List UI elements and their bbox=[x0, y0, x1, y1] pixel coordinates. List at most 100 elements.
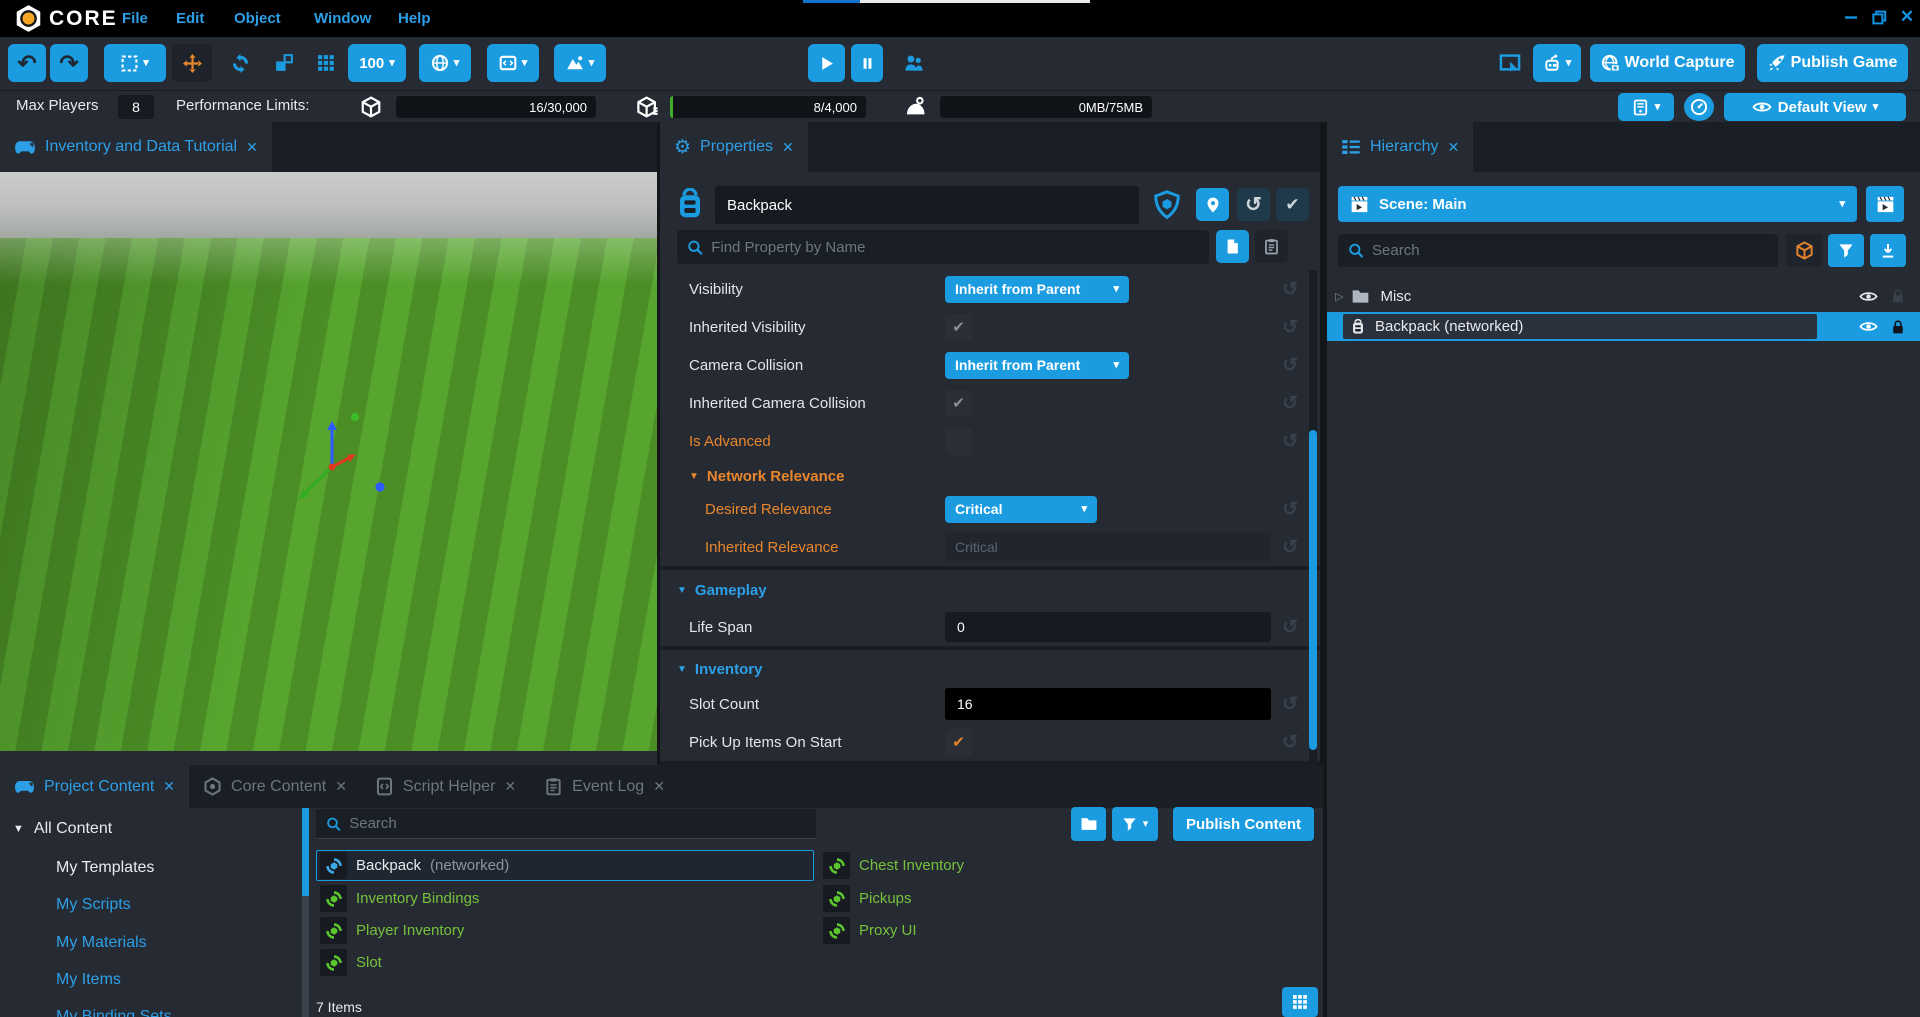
close-icon[interactable]: ✕ bbox=[1447, 139, 1459, 156]
multiplayer-preview-button[interactable] bbox=[898, 44, 928, 82]
tree-item-my-scripts[interactable]: My Scripts bbox=[56, 896, 131, 914]
section-inventory[interactable]: ▼ Inventory bbox=[660, 653, 1320, 685]
revert-icon[interactable]: ↺ bbox=[1282, 616, 1298, 639]
networked-filter-button[interactable] bbox=[1786, 234, 1822, 267]
tree-scrollbar-track[interactable] bbox=[302, 896, 309, 1017]
revert-icon[interactable]: ↺ bbox=[1282, 536, 1298, 559]
content-item-player-inventory[interactable]: Player Inventory bbox=[317, 915, 464, 946]
expand-all-button[interactable] bbox=[1870, 234, 1906, 267]
performance-gauge-button[interactable] bbox=[1684, 93, 1714, 121]
close-icon[interactable]: ✕ bbox=[653, 778, 665, 795]
content-item-proxy-ui[interactable]: Proxy UI bbox=[823, 915, 917, 946]
revert-icon[interactable]: ↺ bbox=[1282, 693, 1298, 716]
menu-help[interactable]: Help bbox=[398, 0, 431, 37]
scale-tool-button[interactable] bbox=[264, 44, 304, 82]
tab-hierarchy[interactable]: Hierarchy ✕ bbox=[1327, 122, 1473, 172]
menu-file[interactable]: File bbox=[122, 0, 148, 37]
hierarchy-row-misc[interactable]: ▷ Misc bbox=[1327, 282, 1920, 310]
transform-gizmo[interactable] bbox=[277, 409, 387, 504]
content-item-backpack[interactable]: Backpack (networked) bbox=[316, 850, 814, 881]
screen-share-button[interactable] bbox=[1494, 44, 1526, 82]
life-span-input[interactable] bbox=[945, 612, 1271, 642]
copy-properties-button[interactable] bbox=[1216, 230, 1249, 263]
tab-project-content[interactable]: Project Content ✕ bbox=[0, 765, 189, 808]
tree-item-my-binding-sets[interactable]: My Binding Sets bbox=[56, 1008, 172, 1017]
revert-icon[interactable]: ↺ bbox=[1282, 354, 1298, 377]
pause-button[interactable] bbox=[851, 44, 883, 82]
tab-script-helper[interactable]: Script Helper ✕ bbox=[361, 765, 530, 808]
hierarchy-row-backpack-selected[interactable]: Backpack (networked) bbox=[1327, 312, 1920, 341]
content-search-input[interactable] bbox=[349, 815, 806, 832]
pick-up-items-checkbox[interactable]: ✔ bbox=[945, 729, 972, 756]
bot-tools-dropdown[interactable]: ▾ bbox=[1533, 44, 1581, 82]
content-item-inventory-bindings[interactable]: Inventory Bindings bbox=[317, 883, 479, 914]
section-gameplay[interactable]: ▼ Gameplay bbox=[660, 574, 1320, 606]
revert-icon[interactable]: ↺ bbox=[1282, 731, 1298, 754]
camera-collision-dropdown[interactable]: Inherit from Parent▾ bbox=[945, 352, 1129, 379]
tree-item-all-content[interactable]: ▼ All Content bbox=[13, 820, 112, 838]
content-filter-dropdown[interactable]: ▾ bbox=[1112, 807, 1158, 841]
hierarchy-search-input[interactable] bbox=[1372, 242, 1768, 259]
default-view-dropdown[interactable]: Default View▾ bbox=[1724, 93, 1906, 121]
close-icon[interactable]: ✕ bbox=[504, 778, 516, 795]
terrain-tool-dropdown[interactable]: ▾ bbox=[554, 44, 606, 82]
tree-scrollbar-thumb[interactable] bbox=[302, 808, 309, 896]
tree-item-my-templates[interactable]: My Templates bbox=[56, 859, 154, 877]
rotate-tool-button[interactable] bbox=[220, 44, 260, 82]
properties-scrollbar-thumb[interactable] bbox=[1309, 430, 1317, 750]
world-capture-button[interactable]: World Capture bbox=[1590, 44, 1745, 82]
tab-properties[interactable]: ⚙ Properties ✕ bbox=[660, 122, 808, 172]
snap-size-dropdown[interactable]: 100▾ bbox=[348, 44, 406, 82]
publish-content-button[interactable]: Publish Content bbox=[1173, 807, 1314, 841]
object-name-input[interactable] bbox=[715, 186, 1139, 224]
grid-snap-button[interactable] bbox=[306, 44, 346, 82]
redo-button[interactable]: ↷ bbox=[50, 44, 88, 82]
slot-count-input[interactable] bbox=[945, 688, 1271, 720]
expand-arrow-icon[interactable]: ▷ bbox=[1335, 290, 1343, 303]
revert-icon[interactable]: ↺ bbox=[1282, 316, 1298, 339]
minimize-button[interactable] bbox=[1840, 6, 1862, 28]
inherited-camera-collision-checkbox[interactable]: ✔ bbox=[945, 390, 972, 417]
properties-scrollbar-track[interactable] bbox=[1309, 270, 1317, 765]
menu-edit[interactable]: Edit bbox=[176, 0, 204, 37]
tree-item-my-items[interactable]: My Items bbox=[56, 971, 121, 989]
find-property-input[interactable] bbox=[711, 239, 1199, 256]
tab-core-content[interactable]: Core Content ✕ bbox=[189, 765, 361, 808]
menu-window[interactable]: Window bbox=[314, 0, 371, 37]
selection-mode-button[interactable]: ▾ bbox=[104, 44, 166, 82]
grid-view-button[interactable] bbox=[1282, 987, 1318, 1017]
revert-icon[interactable]: ↺ bbox=[1282, 392, 1298, 415]
close-icon[interactable]: ✕ bbox=[335, 778, 347, 795]
filter-button[interactable] bbox=[1828, 234, 1864, 267]
paste-properties-button[interactable] bbox=[1255, 230, 1288, 263]
scene-selector-dropdown[interactable]: Scene: Main ▾ bbox=[1338, 186, 1857, 222]
lock-icon[interactable] bbox=[1890, 319, 1906, 335]
close-icon[interactable]: ✕ bbox=[246, 139, 258, 156]
play-button[interactable] bbox=[808, 44, 845, 82]
inherited-visibility-checkbox[interactable]: ✔ bbox=[945, 314, 972, 341]
undo-button[interactable]: ↶ bbox=[8, 44, 46, 82]
tree-item-my-materials[interactable]: My Materials bbox=[56, 934, 147, 952]
lock-icon[interactable] bbox=[1890, 288, 1906, 304]
networked-shield-icon[interactable] bbox=[1152, 190, 1182, 220]
apply-button[interactable]: ✔ bbox=[1276, 188, 1309, 221]
content-item-slot[interactable]: Slot bbox=[317, 947, 382, 978]
save-dropdown-button[interactable]: ▾ bbox=[1618, 93, 1674, 121]
ui-mode-dropdown[interactable]: ▾ bbox=[487, 44, 539, 82]
move-tool-button[interactable] bbox=[172, 44, 212, 82]
revert-icon[interactable]: ↺ bbox=[1282, 430, 1298, 453]
tab-scene-viewport[interactable]: Inventory and Data Tutorial ✕ bbox=[0, 122, 272, 172]
close-window-button[interactable]: ✕ bbox=[1896, 6, 1918, 28]
eye-icon[interactable] bbox=[1859, 317, 1878, 336]
revert-icon[interactable]: ↺ bbox=[1282, 278, 1298, 301]
scene-viewport[interactable] bbox=[0, 172, 657, 751]
restore-button[interactable] bbox=[1868, 6, 1890, 28]
tab-event-log[interactable]: Event Log ✕ bbox=[530, 765, 679, 808]
eye-icon[interactable] bbox=[1859, 287, 1878, 306]
revert-all-button[interactable]: ↺ bbox=[1237, 188, 1270, 221]
visibility-dropdown[interactable]: Inherit from Parent▾ bbox=[945, 276, 1129, 303]
content-item-pickups[interactable]: Pickups bbox=[823, 883, 912, 914]
close-icon[interactable]: ✕ bbox=[163, 778, 175, 795]
world-mode-dropdown[interactable]: ▾ bbox=[419, 44, 471, 82]
close-icon[interactable]: ✕ bbox=[782, 139, 794, 156]
